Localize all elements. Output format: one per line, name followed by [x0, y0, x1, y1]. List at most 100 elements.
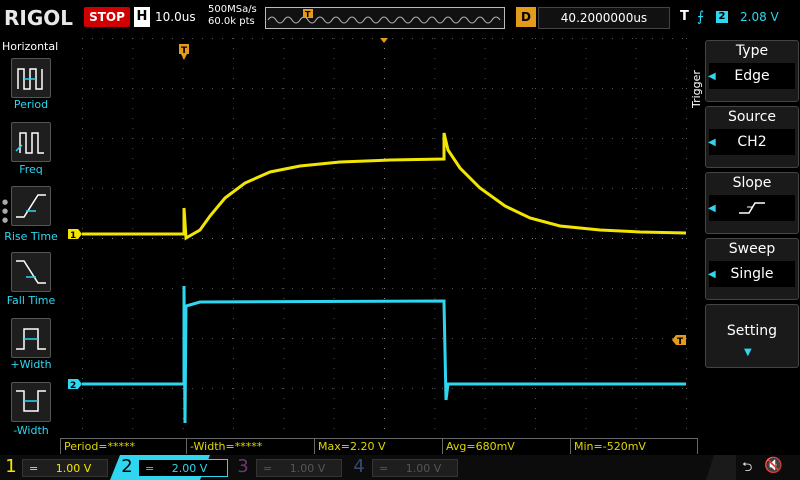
grid-dot: [132, 178, 134, 179]
channel-1-number[interactable]: 1: [2, 456, 20, 478]
grid-dot: [412, 288, 413, 289]
rise-time-icon[interactable]: [11, 186, 51, 226]
grid-dot: [222, 388, 223, 389]
grid-dot: [283, 418, 285, 419]
grid-dot: [332, 138, 333, 139]
period-icon[interactable]: [11, 58, 51, 98]
grid-dot: [512, 188, 513, 189]
grid-dot: [582, 388, 583, 389]
grid-dot: [333, 408, 335, 409]
channel-2-scale-box[interactable]: = 2.00 V: [138, 459, 228, 477]
grid-dot: [434, 268, 436, 269]
grid-dot: [102, 188, 103, 189]
grid-dot: [622, 388, 623, 389]
grid-dot: [392, 138, 393, 139]
grid-dot: [232, 238, 233, 239]
grid-dot: [462, 188, 463, 189]
trigger-source-button[interactable]: Source CH2 ◀: [705, 106, 799, 168]
grid-dot: [535, 98, 536, 99]
grid-dot: [572, 138, 573, 139]
grid-dot: [372, 388, 373, 389]
grid-dot: [392, 388, 393, 389]
memory-overview-bar[interactable]: T: [265, 7, 505, 29]
grid-dot: [535, 168, 536, 169]
delay-value[interactable]: 40.2000000us: [538, 7, 670, 29]
trigger-type-button[interactable]: Type Edge ◀: [705, 40, 799, 102]
grid-dot: [434, 248, 436, 249]
grid-dot: [622, 188, 623, 189]
channel-4-scale-box[interactable]: = 1.00 V: [372, 459, 458, 477]
grid-dot: [612, 288, 613, 289]
grid-dot: [642, 238, 643, 239]
grid-dot: [482, 288, 483, 289]
grid-dot: [512, 38, 513, 39]
channel-1-scale-box[interactable]: = 1.00 V: [22, 459, 108, 477]
grid-dot: [512, 338, 513, 339]
grid-dot: [172, 138, 173, 139]
grid-dot: [262, 338, 263, 339]
trigger-sweep-button[interactable]: Sweep Single ◀: [705, 238, 799, 300]
grid-dot: [352, 88, 353, 89]
grid-dot: [432, 88, 433, 89]
svg-text:T: T: [305, 10, 311, 19]
grid-dot: [202, 238, 203, 239]
grid-dot: [132, 348, 134, 349]
grid-dot: [332, 388, 333, 389]
grid-dot: [484, 288, 486, 289]
trigger-slope-button[interactable]: Slope ◀: [705, 172, 799, 234]
grid-dot: [182, 158, 184, 159]
grid-dot: [384, 378, 385, 379]
grid-dot: [452, 188, 453, 189]
frequency-icon[interactable]: [11, 122, 51, 162]
grid-dot: [352, 388, 353, 389]
grid-dot: [434, 318, 436, 319]
grid-dot: [462, 38, 463, 39]
grid-dot: [252, 288, 253, 289]
grid-dot: [112, 338, 113, 339]
rising-edge-icon: ⨍: [697, 9, 705, 25]
grid-dot: [82, 58, 83, 59]
grid-dot: [202, 138, 203, 139]
type-label: Type: [735, 43, 769, 59]
grid-dot: [283, 318, 285, 319]
timebase-value[interactable]: 10.0us: [155, 7, 196, 27]
grid-dot: [312, 238, 313, 239]
grid-dot: [82, 308, 83, 309]
grid-dot: [132, 248, 134, 249]
grid-dot: [112, 188, 113, 189]
waveform-display[interactable]: T 1 2 T: [60, 38, 688, 438]
grid-dot: [283, 398, 285, 399]
sound-muted-icon[interactable]: 🔇: [764, 456, 783, 474]
delay-label: D: [516, 7, 536, 27]
grid-dot: [434, 238, 436, 239]
grid-dot: [82, 388, 83, 389]
grid-dot: [542, 338, 543, 339]
fall-time-icon[interactable]: [11, 252, 51, 292]
grid-dot: [282, 88, 283, 89]
positive-width-icon[interactable]: [11, 318, 51, 358]
grid-dot: [233, 68, 234, 69]
trigger-level[interactable]: 2.08 V: [740, 7, 779, 27]
grid-dot: [632, 388, 633, 389]
grid-dot: [182, 238, 183, 239]
grid-dot: [132, 298, 134, 299]
grid-dot: [82, 428, 83, 429]
grid-dot: [282, 388, 283, 389]
grid-dot: [535, 368, 536, 369]
grid-dot: [585, 38, 587, 39]
grid-dot: [233, 398, 234, 399]
negative-width-icon[interactable]: [11, 382, 51, 422]
trigger-setting-button[interactable]: Setting ▼: [705, 304, 799, 368]
channel-3-number[interactable]: 3: [234, 456, 252, 478]
grid-dot: [182, 98, 184, 99]
grid-dot: [182, 248, 184, 249]
grid-dot: [422, 238, 423, 239]
grid-dot: [602, 88, 603, 89]
grid-dot: [132, 198, 134, 199]
grid-dot: [262, 38, 263, 39]
grid-dot: [342, 238, 343, 239]
grid-dot: [242, 38, 243, 39]
channel-4-number[interactable]: 4: [350, 456, 368, 478]
run-stop-button[interactable]: STOP: [84, 7, 130, 27]
channel-3-scale-box[interactable]: = 1.00 V: [256, 459, 342, 477]
